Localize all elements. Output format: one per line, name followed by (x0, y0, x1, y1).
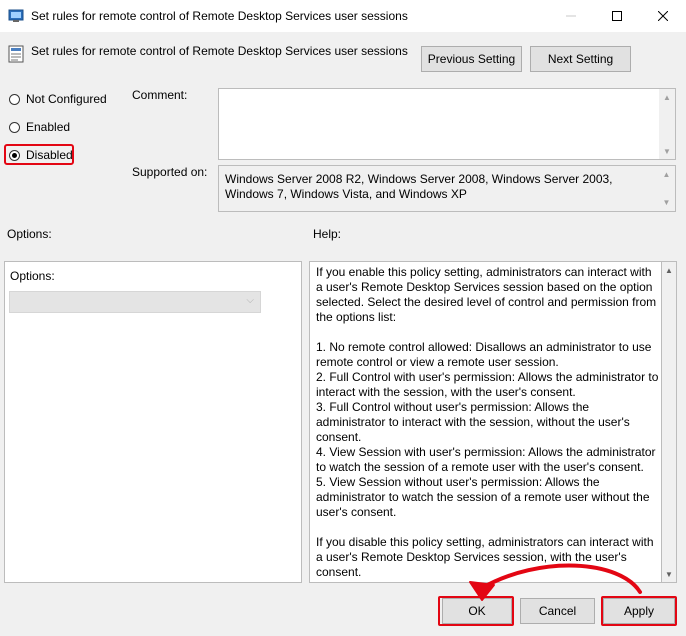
scroll-up-icon[interactable]: ▲ (662, 262, 676, 278)
help-heading: Help: (313, 227, 342, 241)
maximize-icon (612, 11, 622, 21)
apply-button[interactable]: Apply (603, 598, 675, 624)
radio-circle[interactable] (9, 93, 20, 105)
maximize-button[interactable] (594, 0, 640, 32)
next-setting-button[interactable]: Next Setting (530, 46, 631, 72)
radio-label: Not Configured (26, 92, 107, 106)
ok-button[interactable]: OK (442, 598, 512, 624)
comment-textarea[interactable] (218, 88, 676, 160)
close-button[interactable] (640, 0, 686, 32)
radio-label: Enabled (26, 120, 71, 134)
disabled-highlight-annotation (4, 144, 74, 165)
previous-setting-button[interactable]: Previous Setting (421, 46, 522, 72)
scroll-up-icon[interactable]: ▲ (659, 89, 675, 105)
options-heading: Options: (7, 227, 52, 241)
minimize-icon (566, 15, 576, 17)
setting-title: Set rules for remote control of Remote D… (31, 44, 408, 58)
scroll-up-icon[interactable]: ▲ (658, 166, 675, 183)
help-scrollbar[interactable]: ▲ ▼ (662, 261, 677, 583)
radio-circle[interactable] (9, 121, 20, 133)
supported-on-text: Windows Server 2008 R2, Windows Server 2… (225, 172, 613, 201)
group-policy-window-icon (8, 9, 24, 22)
cancel-button[interactable]: Cancel (520, 598, 595, 624)
scroll-down-icon[interactable]: ▼ (662, 566, 676, 582)
supported-on-field: Windows Server 2008 R2, Windows Server 2… (218, 165, 676, 212)
radio-enabled[interactable]: Enabled (9, 119, 70, 135)
window-title: Set rules for remote control of Remote D… (31, 9, 408, 23)
supported-scrollbar[interactable]: ▲ ▼ (658, 166, 675, 211)
options-inner-label: Options: (10, 269, 55, 283)
help-text-panel: If you enable this policy setting, admin… (309, 261, 662, 583)
supported-on-label: Supported on: (132, 165, 208, 179)
comment-scrollbar[interactable]: ▲ ▼ (659, 89, 675, 159)
scroll-down-icon[interactable]: ▼ (659, 143, 675, 159)
close-icon (658, 11, 668, 21)
radio-not-configured[interactable]: Not Configured (9, 91, 107, 107)
minimize-button[interactable] (548, 0, 594, 32)
comment-label: Comment: (132, 88, 188, 102)
policy-setting-icon (8, 45, 24, 63)
chevron-down-icon: ⌵ (246, 295, 254, 306)
scroll-down-icon[interactable]: ▼ (658, 194, 675, 211)
options-dropdown: ⌵ (9, 291, 261, 313)
